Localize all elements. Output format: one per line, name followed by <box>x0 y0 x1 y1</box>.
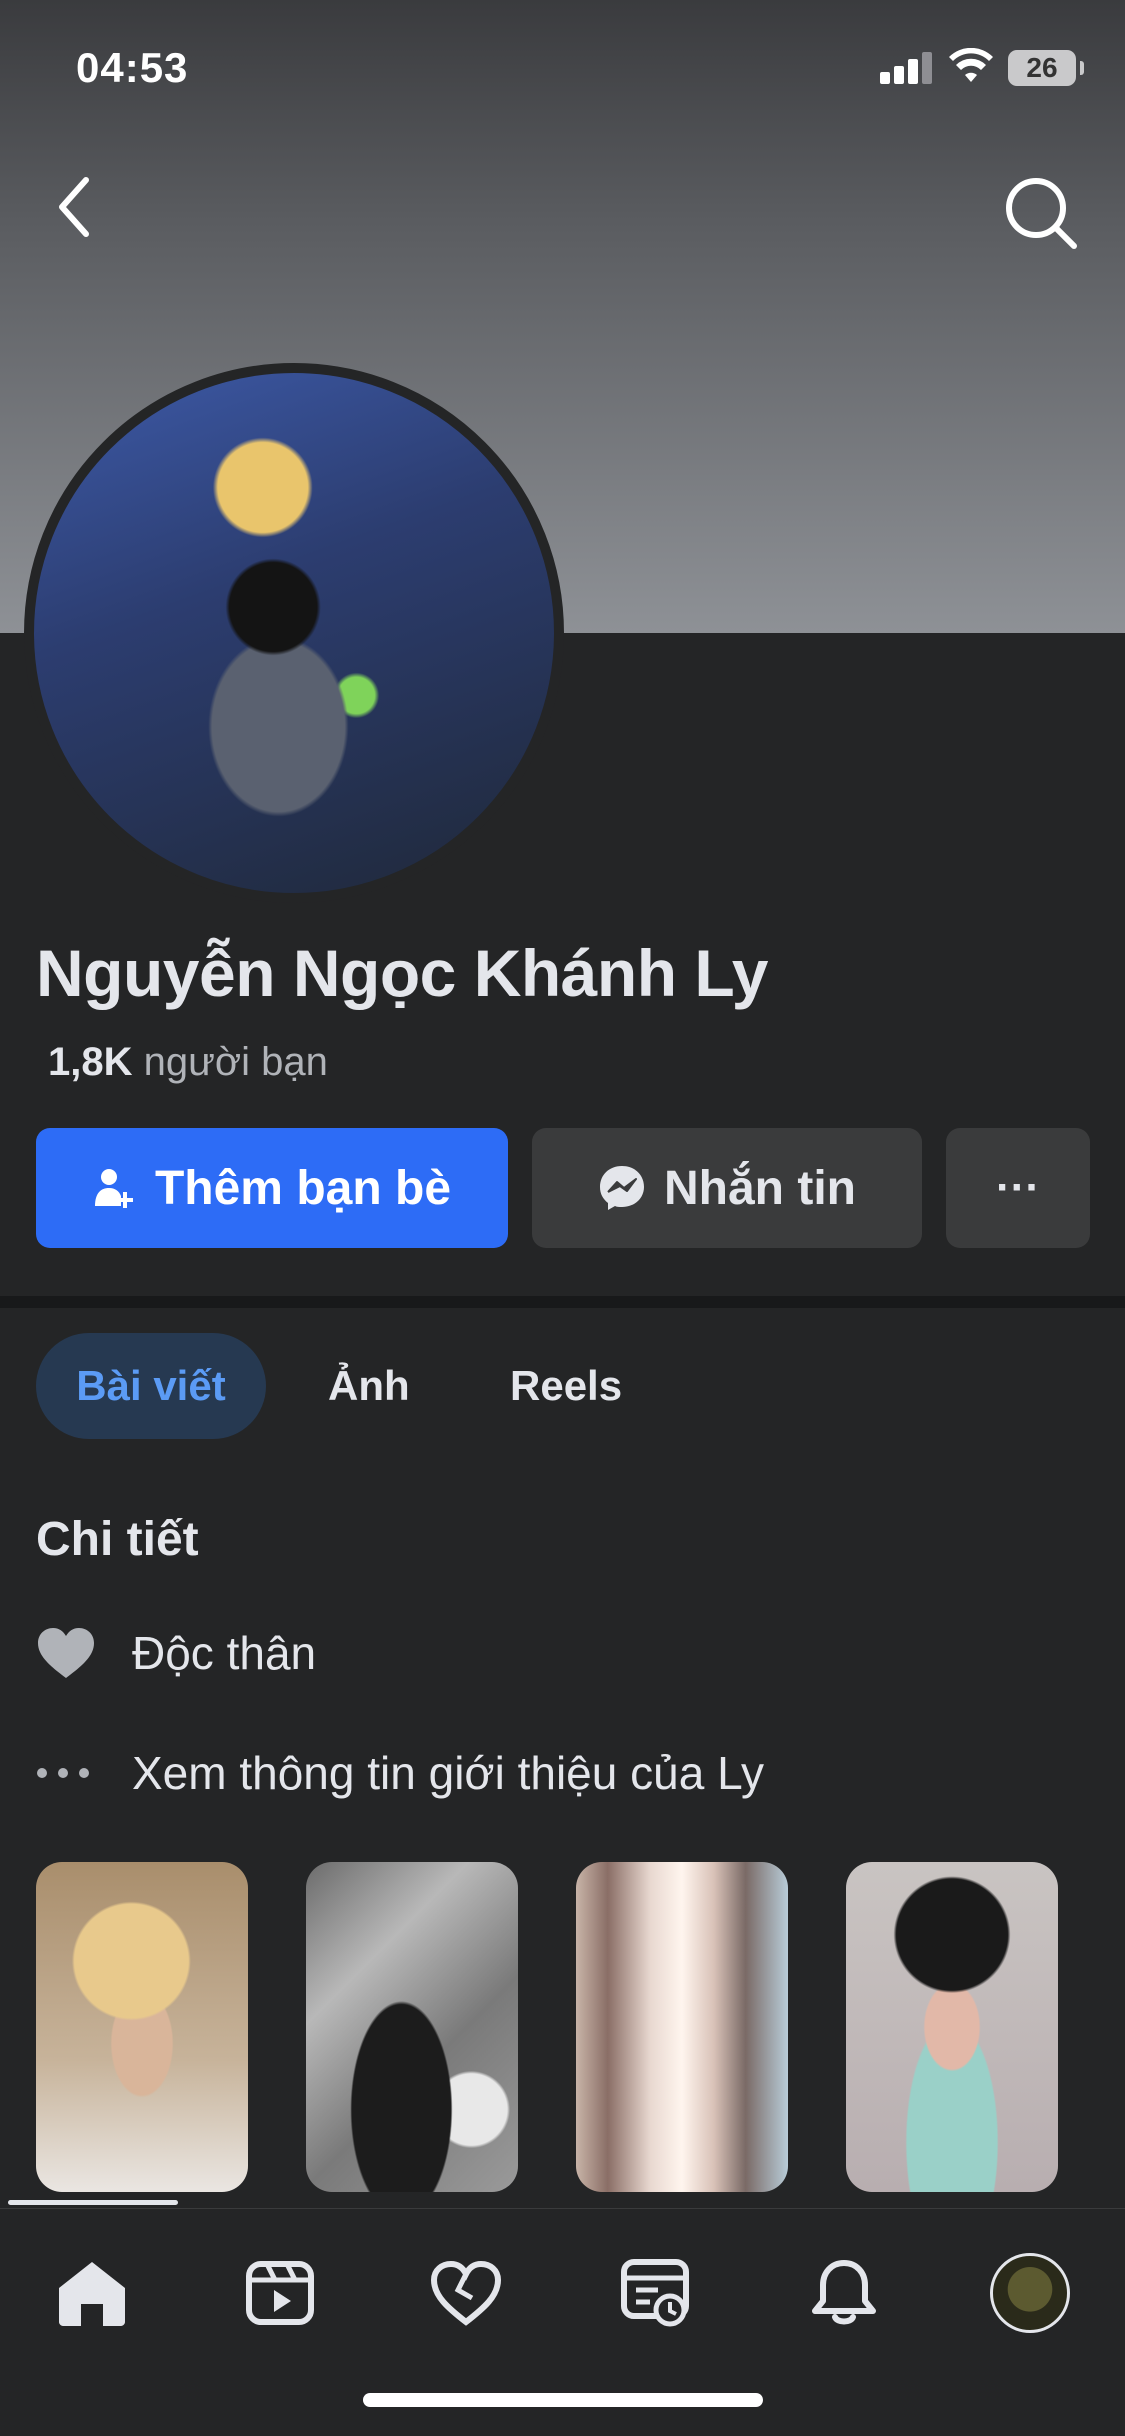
wifi-icon <box>949 48 993 82</box>
profile-avatar-thumbnail <box>990 2253 1070 2333</box>
video-icon <box>246 2261 314 2325</box>
tab-photos-label: Ảnh <box>328 1362 410 1409</box>
nav-profile[interactable] <box>982 2245 1078 2341</box>
more-dots-icon: ··· <box>996 1163 1040 1212</box>
featured-photo-3[interactable] <box>576 1862 788 2192</box>
relationship-status-row: Độc thân <box>36 1618 316 1688</box>
friends-count-label: người bạn <box>143 1040 328 1084</box>
nav-home[interactable] <box>44 2245 140 2341</box>
home-indicator <box>363 2393 763 2407</box>
details-title: Chi tiết <box>36 1513 199 1566</box>
see-about-text: Xem thông tin giới thiệu của Ly <box>132 1747 764 1799</box>
nav-notifications[interactable] <box>796 2245 892 2341</box>
messenger-icon <box>600 1166 644 1210</box>
tab-posts-label: Bài viết <box>76 1362 226 1409</box>
friends-count[interactable]: 1,8K người bạn <box>48 1040 328 1085</box>
friends-count-value: 1,8K <box>48 1040 133 1084</box>
nav-video[interactable] <box>232 2245 328 2341</box>
featured-photo-2[interactable] <box>306 1862 518 2192</box>
nav-dating[interactable] <box>418 2245 514 2341</box>
battery-icon: 26 <box>1008 50 1084 86</box>
add-friend-icon <box>94 1169 133 1208</box>
status-time: 04:53 <box>76 44 189 91</box>
profile-name: Nguyễn Ngọc Khánh Ly <box>36 936 768 1010</box>
tab-posts[interactable]: Bài viết <box>36 1333 266 1439</box>
active-tab-indicator <box>8 2200 178 2205</box>
nav-feeds[interactable] <box>608 2245 704 2341</box>
section-divider <box>0 1296 1125 1308</box>
dating-heart-icon <box>430 2260 502 2326</box>
status-bar: 04:53 26 <box>0 0 1125 135</box>
home-icon <box>59 2262 125 2326</box>
heart-icon <box>38 1628 94 1678</box>
profile-avatar[interactable] <box>24 363 564 903</box>
featured-photo-1[interactable] <box>36 1862 248 2192</box>
tab-photos[interactable]: Ảnh <box>328 1333 410 1439</box>
tab-reels[interactable]: Reels <box>510 1333 622 1439</box>
message-label: Nhắn tin <box>664 1161 856 1215</box>
add-friend-button[interactable]: Thêm bạn bè <box>36 1128 508 1248</box>
add-friend-label: Thêm bạn bè <box>154 1161 452 1215</box>
more-options-button[interactable]: ··· <box>946 1128 1090 1248</box>
more-dots-icon <box>37 1768 89 1778</box>
bell-icon <box>812 2260 876 2325</box>
cellular-signal-icon <box>880 50 936 84</box>
message-button[interactable]: Nhắn tin <box>532 1128 922 1248</box>
featured-photo-4[interactable] <box>846 1862 1058 2192</box>
tab-reels-label: Reels <box>510 1362 623 1409</box>
see-about-row[interactable]: Xem thông tin giới thiệu của Ly <box>36 1738 764 1808</box>
relationship-status-text: Độc thân <box>132 1627 317 1679</box>
feeds-icon <box>621 2259 689 2327</box>
back-button[interactable] <box>50 172 100 242</box>
search-button[interactable] <box>1000 172 1080 252</box>
